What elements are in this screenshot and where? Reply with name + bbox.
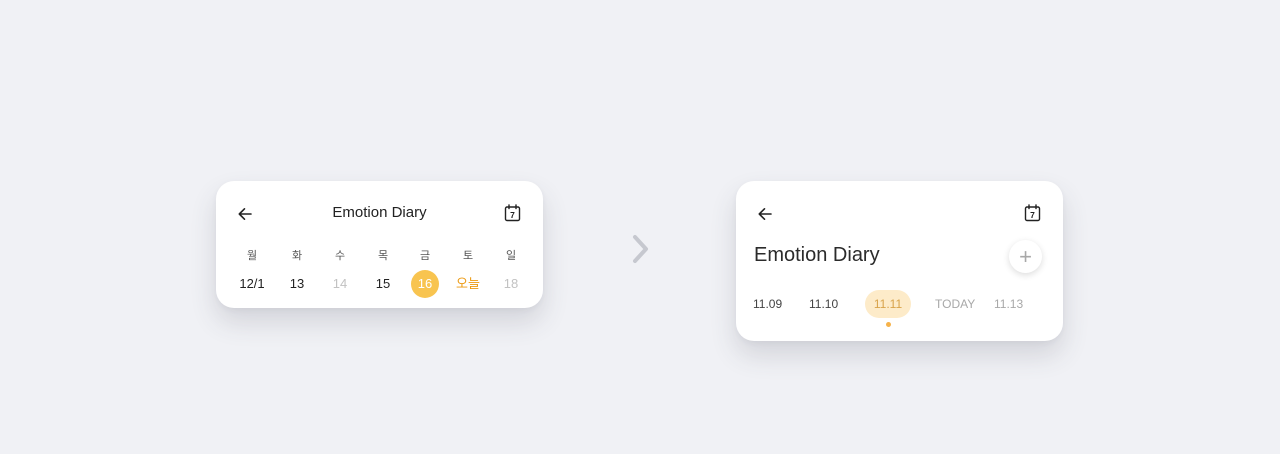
weekday-label: 금 — [419, 250, 431, 262]
date-label: 18 — [503, 276, 519, 291]
day-cell[interactable]: 수 14 — [318, 248, 362, 298]
page-title: Emotion Diary — [332, 204, 427, 221]
day-cell[interactable]: 금 16 — [403, 248, 447, 298]
weekday-label: 화 — [291, 250, 303, 262]
calendar-icon-day: 7 — [510, 210, 515, 220]
day-cell[interactable]: 화 13 — [275, 248, 319, 298]
today-label: 오늘 — [456, 276, 480, 291]
calendar-icon[interactable]: 7 — [1024, 204, 1041, 222]
day-cell[interactable]: 월 12/1 — [230, 248, 274, 298]
date-label: 12/1 — [239, 276, 265, 291]
plus-icon: + — [1019, 244, 1032, 269]
day-cell[interactable]: 목 15 — [361, 248, 405, 298]
selected-date-label: 16 — [411, 270, 439, 298]
date-chip[interactable]: 11.10 — [809, 290, 838, 318]
chevron-right-icon — [630, 234, 652, 269]
weekday-label: 목 — [377, 250, 389, 262]
add-entry-button[interactable]: + — [1009, 240, 1042, 273]
selected-indicator-dot — [886, 322, 891, 327]
date-label: 13 — [289, 276, 305, 291]
date-label: 15 — [375, 276, 391, 291]
weekday-label: 월 — [246, 250, 258, 262]
calendar-icon-day: 7 — [1030, 210, 1035, 220]
page-title: Emotion Diary — [754, 244, 880, 266]
weekday-label: 수 — [334, 250, 346, 262]
today-chip[interactable]: TODAY — [935, 290, 975, 318]
date-chip[interactable]: 11.09 — [753, 290, 782, 318]
date-label: 14 — [332, 276, 348, 291]
weekday-label: 토 — [462, 250, 474, 262]
calendar-icon[interactable]: 7 — [504, 204, 521, 222]
day-cell[interactable]: 일 18 — [489, 248, 533, 298]
date-chip[interactable]: 11.13 — [994, 290, 1023, 318]
weekday-label: 일 — [505, 250, 517, 262]
back-arrow-icon[interactable] — [757, 206, 773, 222]
day-cell[interactable]: 토 오늘 — [446, 248, 490, 298]
selected-date-chip[interactable]: 11.11 — [865, 290, 911, 318]
